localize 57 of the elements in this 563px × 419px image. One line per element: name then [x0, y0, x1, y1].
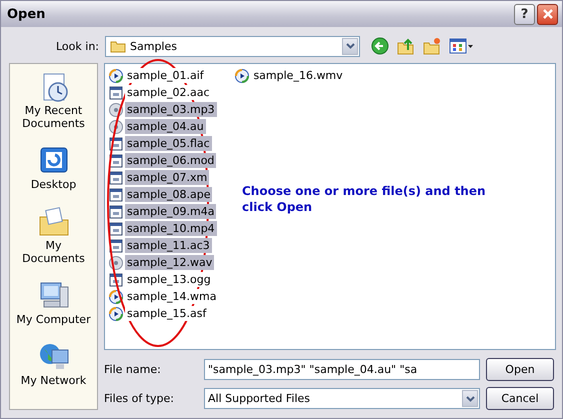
place-label: My Network [20, 374, 86, 387]
file-name[interactable]: sample_12.wav [125, 255, 214, 270]
file-name[interactable]: sample_08.ape [125, 187, 212, 202]
folder-icon [110, 39, 126, 53]
media-file-icon [234, 68, 250, 84]
file-name[interactable]: sample_11.ac3 [125, 238, 212, 253]
file-name-label: File name: [104, 363, 162, 376]
file-name[interactable]: sample_01.aif [125, 68, 206, 83]
dropdown-button[interactable] [462, 390, 478, 407]
file-name[interactable]: sample_16.wmv [251, 68, 345, 83]
window-file-icon [108, 186, 124, 202]
window-file-icon [108, 84, 124, 100]
file-name[interactable]: sample_06.mod [125, 153, 216, 168]
look-in-value: Samples [130, 40, 178, 52]
file-name[interactable]: sample_10.mp4 [125, 221, 217, 236]
media-file-icon [108, 306, 124, 322]
cancel-button[interactable]: Cancel [486, 387, 554, 410]
places-item[interactable]: My Network [12, 340, 94, 387]
file-type-dropdown[interactable]: All Supported Files [204, 388, 480, 409]
open-button[interactable]: Open [486, 358, 554, 381]
documents-folder-icon [38, 205, 70, 237]
file-name[interactable]: sample_04.au [125, 119, 206, 134]
files-of-type-label: Files of type: [104, 392, 176, 405]
chevron-down-icon [346, 43, 354, 49]
places-item[interactable]: My Recent Documents [12, 70, 94, 130]
up-folder-icon[interactable] [396, 36, 416, 56]
file-name[interactable]: sample_02.aac [125, 85, 212, 100]
views-menu-icon[interactable] [448, 36, 474, 56]
file-name[interactable]: sample_03.mp3 [125, 102, 217, 117]
window-file-icon [108, 204, 124, 220]
chevron-down-icon [466, 396, 474, 402]
place-label: Desktop [30, 178, 76, 191]
file-name-field[interactable]: "sample_03.mp3" "sample_04.au" "sa [204, 359, 480, 380]
place-label: My Computer [16, 313, 91, 326]
media-file-icon [108, 68, 124, 84]
places-item[interactable]: My Documents [12, 205, 94, 265]
file-name[interactable]: sample_05.flac [125, 136, 212, 151]
dropdown-button[interactable] [342, 38, 358, 54]
places-item[interactable]: Desktop [12, 144, 94, 191]
close-icon [542, 8, 554, 20]
window-title: Open [7, 6, 46, 22]
file-type-value: All Supported Files [208, 392, 312, 405]
place-label: My Recent Documents [21, 104, 86, 130]
file-name[interactable]: sample_09.m4a [125, 204, 216, 219]
place-label: My Documents [21, 239, 86, 265]
file-name[interactable]: sample_07.xm [125, 170, 210, 185]
look-in-label: Look in: [55, 40, 100, 52]
file-name[interactable]: sample_13.ogg [125, 272, 213, 287]
annotation-text: Choose one or more file(s) and then click Open [242, 183, 487, 215]
places-item[interactable]: My Computer [12, 279, 94, 326]
window-file-icon [108, 220, 124, 236]
file-name[interactable]: sample_14.wma [125, 289, 218, 304]
look-in-dropdown[interactable]: Samples [105, 36, 360, 56]
window-file-icon [108, 170, 124, 186]
file-name[interactable]: sample_15.asf [125, 306, 208, 321]
help-button[interactable]: ? [514, 4, 535, 24]
close-button[interactable] [537, 4, 558, 24]
